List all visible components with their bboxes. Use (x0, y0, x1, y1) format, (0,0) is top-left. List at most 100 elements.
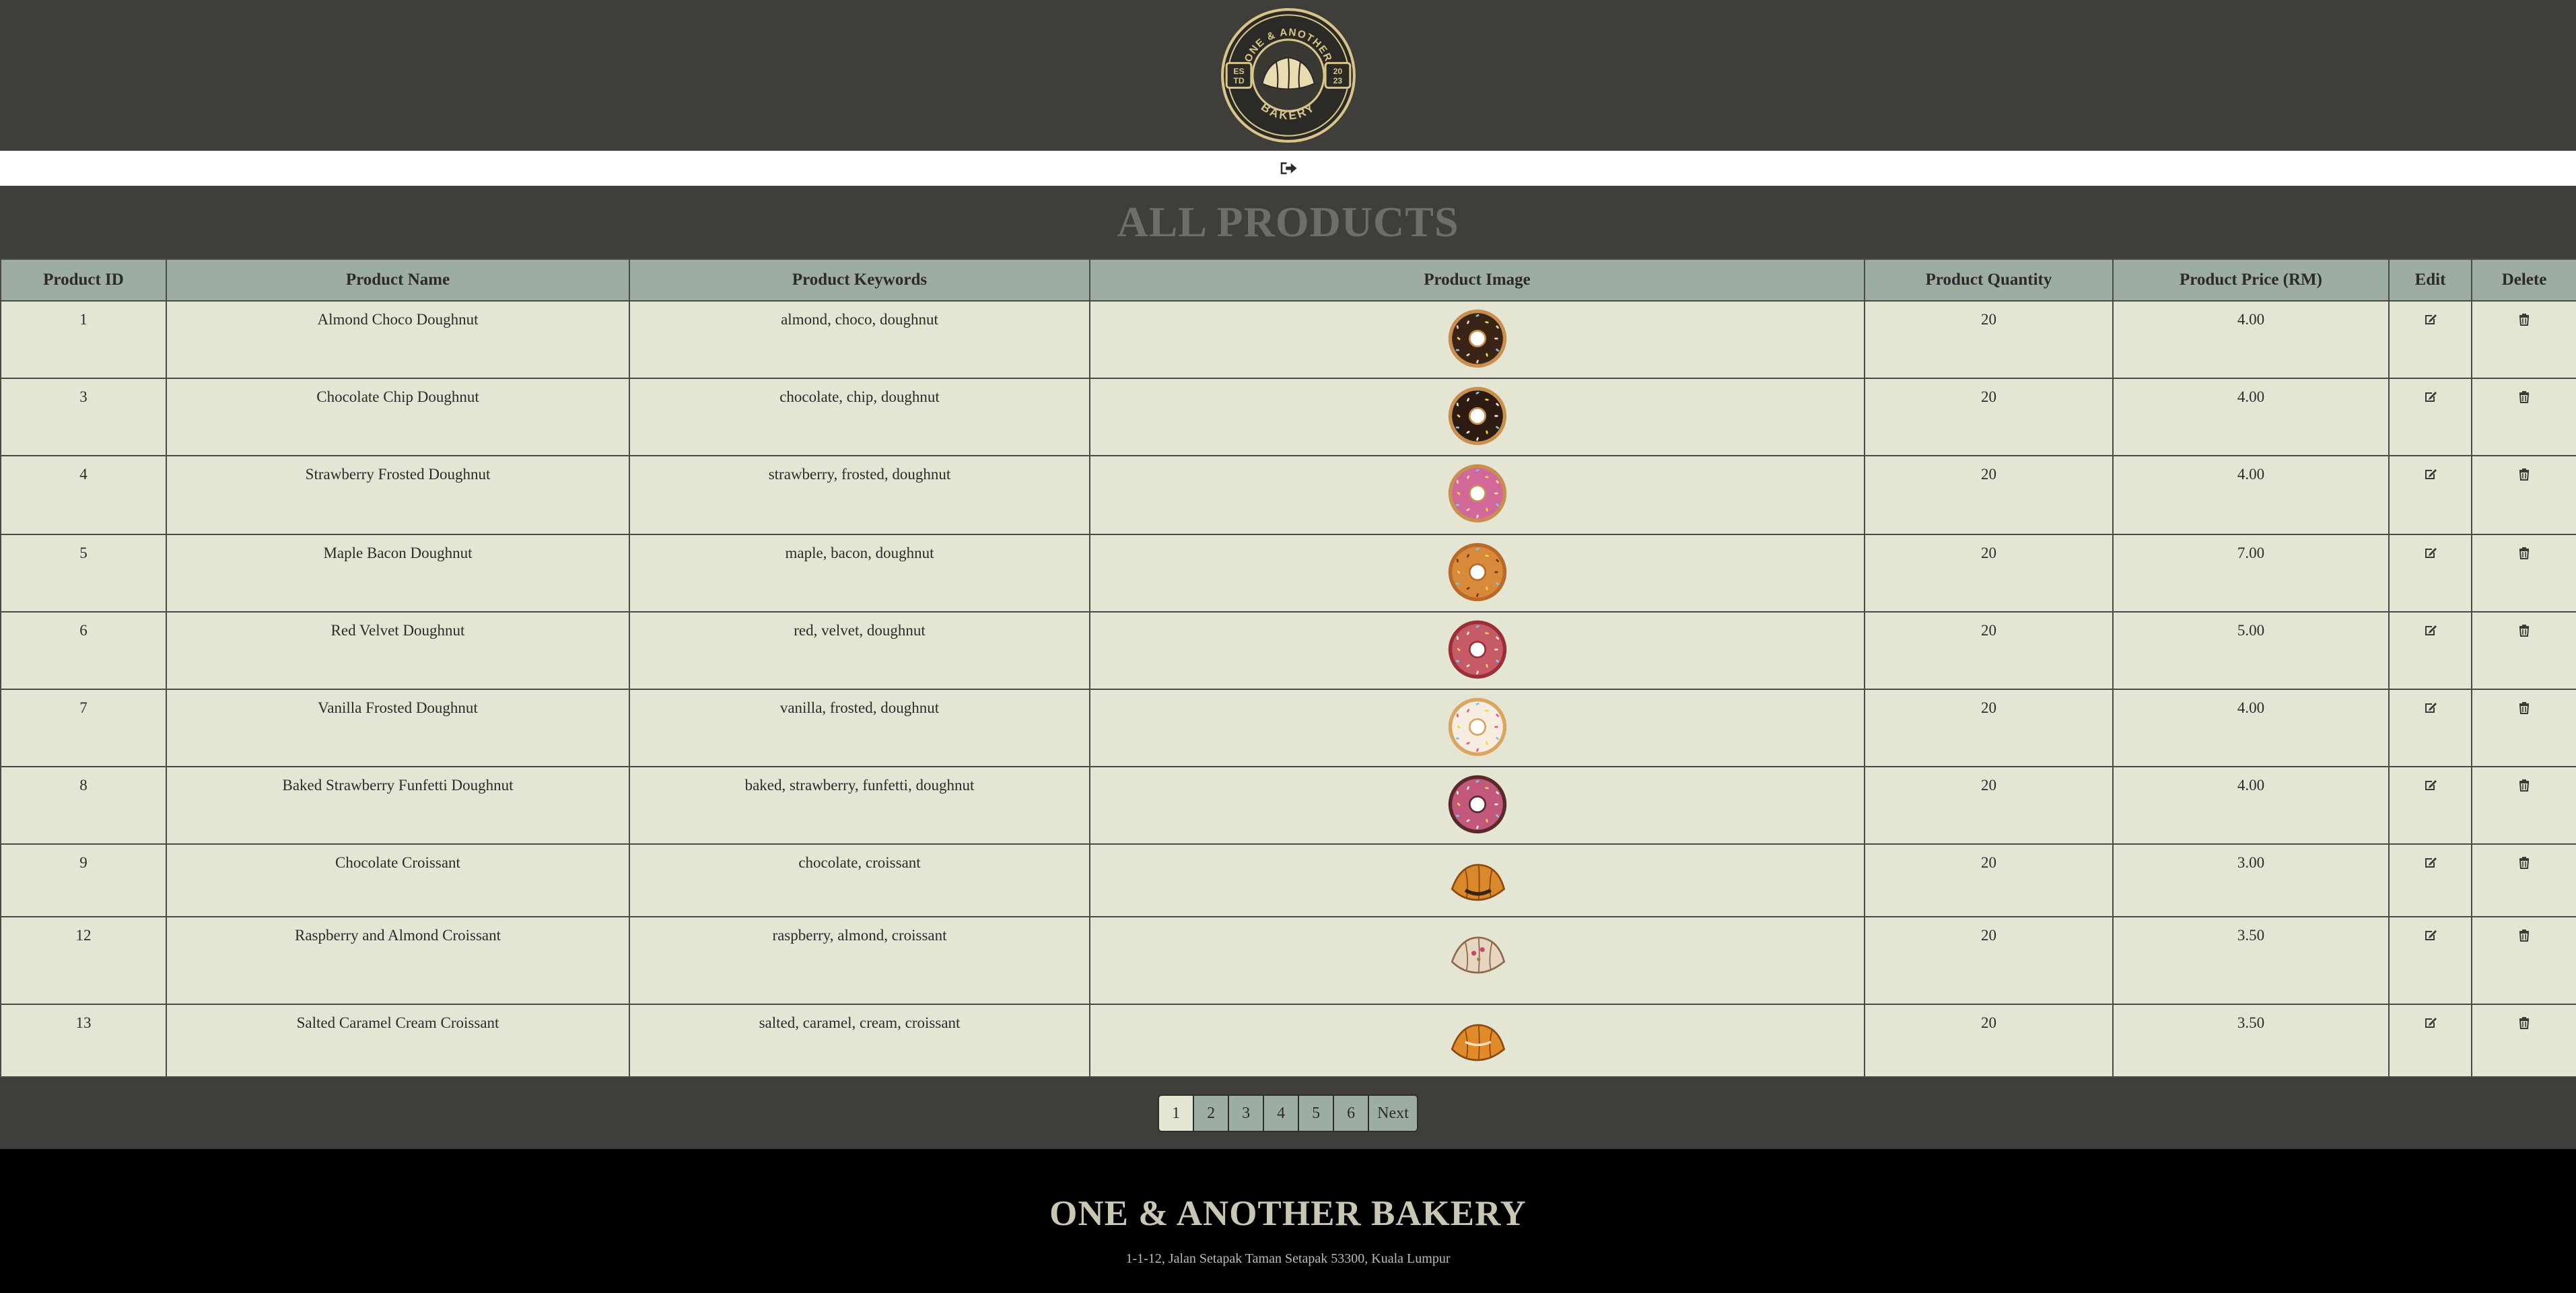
page-button-4[interactable]: 4 (1264, 1096, 1300, 1131)
cell-delete (2471, 611, 2576, 690)
column-header-product-image: Product Image (1089, 258, 1865, 302)
cell-product-quantity: 20 (1864, 1004, 2114, 1078)
cell-edit (2388, 300, 2472, 379)
cell-product-keywords: vanilla, frosted, doughnut (629, 689, 1090, 767)
bakery-logo[interactable]: ONE & ANOTHER BAKERY ES TD 20 23 (1220, 7, 1357, 144)
cell-product-image (1089, 766, 1865, 845)
trash-icon[interactable] (2516, 314, 2532, 330)
cell-product-name: Strawberry Frosted Doughnut (166, 455, 630, 535)
cell-product-image (1089, 843, 1865, 917)
edit-icon[interactable] (2423, 930, 2439, 946)
column-header-delete: Delete (2471, 258, 2576, 302)
nav-bar (0, 151, 2576, 186)
cell-product-id: 12 (0, 916, 167, 1005)
column-header-product-id: Product ID (0, 258, 167, 302)
page-button-1[interactable]: 1 (1159, 1096, 1195, 1131)
cell-product-quantity: 20 (1864, 916, 2114, 1005)
cell-product-name: Vanilla Frosted Doughnut (166, 689, 630, 767)
cell-product-price: 4.00 (2112, 689, 2390, 767)
product-image (1447, 386, 1508, 450)
next-page-button[interactable]: Next (1369, 1096, 1417, 1131)
cell-product-keywords: salted, caramel, cream, croissant (629, 1004, 1090, 1078)
cell-product-image (1089, 378, 1865, 456)
cell-product-keywords: red, velvet, doughnut (629, 611, 1090, 690)
table-header-row: Product ID Product Name Product Keywords… (0, 258, 2576, 302)
cell-product-id: 9 (0, 843, 167, 917)
table-row: 9 Chocolate Croissant chocolate, croissant… (0, 843, 2576, 917)
cell-product-price: 4.00 (2112, 378, 2390, 456)
page-button-3[interactable]: 3 (1229, 1096, 1265, 1131)
cell-delete (2471, 300, 2576, 379)
product-image (1447, 775, 1508, 838)
cell-product-quantity: 20 (1864, 843, 2114, 917)
cell-product-image (1089, 689, 1865, 767)
page-button-5[interactable]: 5 (1299, 1096, 1335, 1131)
column-header-product-price: Product Price (RM) (2112, 258, 2390, 302)
cell-product-price: 4.00 (2112, 300, 2390, 379)
footer-address: 1-1-12, Jalan Setapak Taman Setapak 5330… (1125, 1251, 1451, 1266)
cell-product-id: 3 (0, 378, 167, 456)
cell-product-id: 7 (0, 689, 167, 767)
table-row: 12 Raspberry and Almond Croissant raspberr… (0, 916, 2576, 1005)
cell-product-quantity: 20 (1864, 378, 2114, 456)
edit-icon[interactable] (2423, 1017, 2439, 1034)
cell-edit (2388, 843, 2472, 917)
footer-title: ONE & ANOTHER BAKERY (1049, 1194, 1527, 1233)
edit-icon[interactable] (2423, 391, 2439, 408)
cell-product-quantity: 20 (1864, 766, 2114, 845)
trash-icon[interactable] (2516, 391, 2532, 408)
product-image (1447, 464, 1508, 527)
cell-product-keywords: chocolate, croissant (629, 843, 1090, 917)
cell-product-id: 5 (0, 534, 167, 613)
cell-delete (2471, 455, 2576, 535)
cell-product-id: 4 (0, 455, 167, 535)
cell-product-name: Raspberry and Almond Croissant (166, 916, 630, 1005)
cell-product-name: Baked Strawberry Funfetti Doughnut (166, 766, 630, 845)
edit-icon[interactable] (2423, 779, 2439, 796)
cell-product-image (1089, 300, 1865, 379)
cell-product-id: 1 (0, 300, 167, 379)
edit-icon[interactable] (2423, 857, 2439, 874)
sign-out-icon[interactable] (1278, 158, 1298, 178)
cell-delete (2471, 378, 2576, 456)
trash-icon[interactable] (2516, 857, 2532, 874)
cell-product-image (1089, 534, 1865, 613)
edit-icon[interactable] (2423, 702, 2439, 719)
cell-product-keywords: almond, choco, doughnut (629, 300, 1090, 379)
cell-product-quantity: 20 (1864, 455, 2114, 535)
column-header-product-keywords: Product Keywords (629, 258, 1090, 302)
product-image (1447, 309, 1508, 372)
trash-icon[interactable] (2516, 468, 2532, 485)
edit-icon[interactable] (2423, 314, 2439, 330)
table-row: 1 Almond Choco Doughnut almond, choco, dou… (0, 300, 2576, 379)
table-row: 8 Baked Strawberry Funfetti Doughnut baked… (0, 766, 2576, 845)
product-image (1447, 936, 1508, 988)
pagination-band: 1 2 3 4 5 6 Next (0, 1078, 2576, 1149)
cell-product-name: Almond Choco Doughnut (166, 300, 630, 379)
cell-edit (2388, 766, 2472, 845)
trash-icon[interactable] (2516, 779, 2532, 796)
page-button-2[interactable]: 2 (1194, 1096, 1230, 1131)
edit-icon[interactable] (2423, 547, 2439, 564)
cell-delete (2471, 843, 2576, 917)
trash-icon[interactable] (2516, 547, 2532, 564)
edit-icon[interactable] (2423, 625, 2439, 641)
trash-icon[interactable] (2516, 625, 2532, 641)
trash-icon[interactable] (2516, 930, 2532, 946)
product-image (1447, 697, 1508, 761)
trash-icon[interactable] (2516, 1017, 2532, 1034)
cell-edit (2388, 916, 2472, 1005)
cell-product-quantity: 20 (1864, 534, 2114, 613)
cell-edit (2388, 611, 2472, 690)
cell-product-price: 3.50 (2112, 916, 2390, 1005)
cell-edit (2388, 534, 2472, 613)
column-header-product-name: Product Name (166, 258, 630, 302)
table-row: 4 Strawberry Frosted Doughnut strawberry, … (0, 455, 2576, 535)
page-button-6[interactable]: 6 (1334, 1096, 1370, 1131)
logo-badge-right-2: 23 (1333, 76, 1342, 85)
edit-icon[interactable] (2423, 468, 2439, 485)
cell-delete (2471, 689, 2576, 767)
pagination: 1 2 3 4 5 6 Next (1158, 1094, 1418, 1132)
trash-icon[interactable] (2516, 702, 2532, 719)
cell-delete (2471, 766, 2576, 845)
